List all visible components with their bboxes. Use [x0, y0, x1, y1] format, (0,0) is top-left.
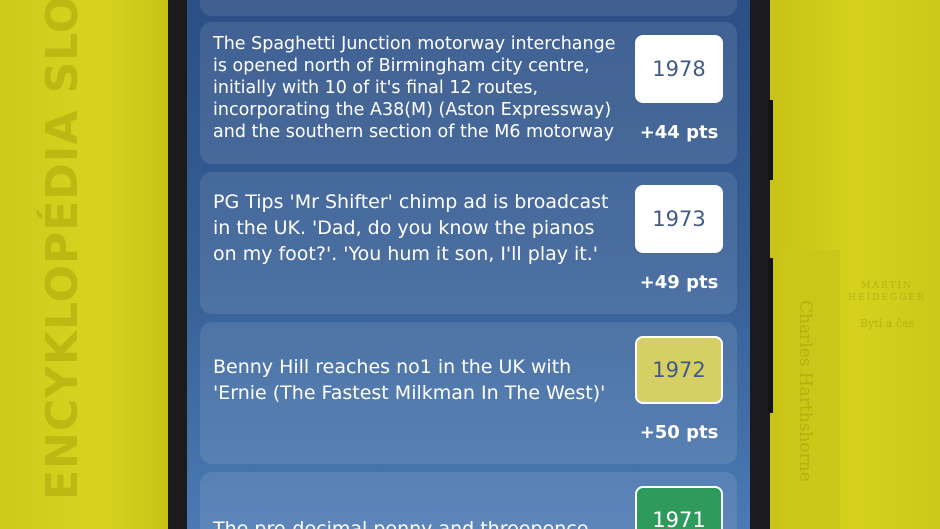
year-answer-box: 1971 — [635, 486, 723, 529]
book-side-title: MARTIN HEIDEGGER Bytí a čas — [842, 280, 932, 330]
points-label: +44 pts — [639, 122, 719, 143]
year-answer-box: 1973 — [635, 185, 723, 253]
year-answer-box: 1978 — [635, 35, 723, 103]
background-book-left: ENCYKLOPÉDIA SLOVENSKÁ — [0, 0, 168, 529]
event-description: The Spaghetti Junction motorway intercha… — [213, 34, 616, 142]
book-spine-title: ENCYKLOPÉDIA SLOVENSKÁ — [37, 0, 88, 500]
event-description: PG Tips 'Mr Shifter' chimp ad is broadca… — [213, 191, 609, 265]
book-side-subtitle: Bytí a čas — [859, 317, 915, 330]
phone-volume-button — [768, 258, 773, 413]
event-card[interactable]: The pre-decimal penny and threepence 197… — [200, 472, 737, 529]
event-description: The pre-decimal penny and threepence — [213, 518, 589, 529]
event-card-previous[interactable] — [200, 0, 737, 16]
phone-side-button — [768, 100, 773, 180]
points-label: +49 pts — [639, 272, 719, 293]
points-label: +50 pts — [639, 422, 719, 443]
event-card[interactable]: The Spaghetti Junction motorway intercha… — [200, 22, 737, 164]
book-author: Charles Harthshorne — [795, 300, 815, 482]
event-card[interactable]: PG Tips 'Mr Shifter' chimp ad is broadca… — [200, 172, 737, 314]
book-side-author: MARTIN HEIDEGGER — [848, 281, 926, 303]
year-answer-box: 1972 — [635, 336, 723, 404]
event-description: Benny Hill reaches no1 in the UK with 'E… — [213, 356, 606, 404]
event-card[interactable]: Benny Hill reaches no1 in the UK with 'E… — [200, 322, 737, 464]
